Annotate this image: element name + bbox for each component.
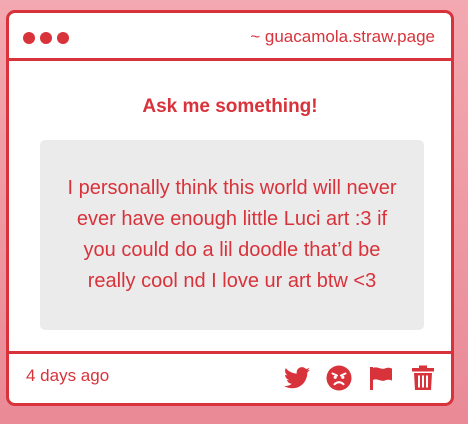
- twitter-share-button[interactable]: [283, 364, 311, 392]
- react-button[interactable]: [325, 364, 353, 392]
- timestamp: 4 days ago: [26, 366, 110, 385]
- page-title: Ask me something!: [142, 96, 318, 117]
- delete-button[interactable]: [409, 364, 437, 392]
- question-bubble: I personally think this world will never…: [40, 140, 424, 330]
- action-bar: [283, 364, 437, 392]
- window-dots: [23, 32, 69, 44]
- ask-card: ~ guacamola.straw.page Ask me something!…: [6, 10, 454, 406]
- trash-icon: [412, 365, 434, 390]
- angry-face-icon: [326, 365, 352, 391]
- card-content: Ask me something! I personally think thi…: [9, 61, 451, 357]
- dot-icon: [57, 32, 69, 44]
- dot-icon: [40, 32, 52, 44]
- card-footer: 4 days ago: [9, 351, 451, 403]
- twitter-icon: [284, 367, 310, 389]
- page-url[interactable]: ~ guacamola.straw.page: [250, 27, 435, 47]
- report-button[interactable]: [367, 364, 395, 392]
- flag-icon: [370, 367, 392, 390]
- dot-icon: [23, 32, 35, 44]
- question-text: I personally think this world will never…: [67, 177, 397, 292]
- window-titlebar: ~ guacamola.straw.page: [9, 13, 451, 61]
